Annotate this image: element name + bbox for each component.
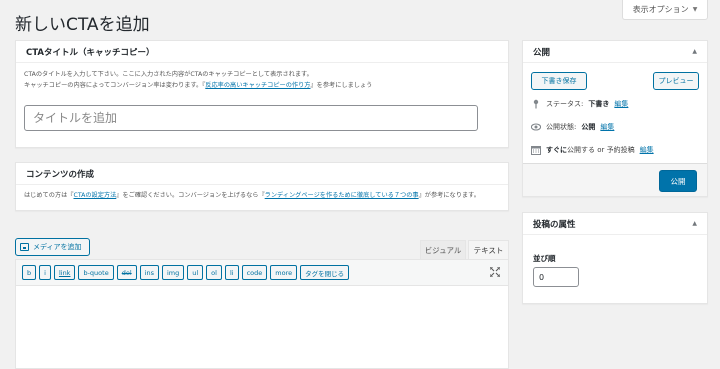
add-media-button[interactable]: メディアを追加 bbox=[15, 238, 90, 256]
calendar-icon bbox=[531, 146, 541, 155]
schedule-label-rest: 公開する or 予約投稿 bbox=[567, 146, 635, 154]
content-heading: コンテンツの作成 bbox=[26, 169, 95, 180]
cta-title-desc-line2: キャッチコピーの内容によってコンバージョン率は変わります。『反応率の高いキャッチ… bbox=[24, 80, 500, 91]
schedule-edit-link[interactable]: 編集 bbox=[640, 145, 654, 155]
status-value: 下書き bbox=[588, 100, 610, 108]
schedule-label: すぐに公開する or 予約投稿 bbox=[546, 145, 635, 155]
status-edit-link[interactable]: 編集 bbox=[614, 99, 628, 109]
schedule-row: すぐに公開する or 予約投稿 編集 bbox=[531, 145, 654, 155]
preview-button[interactable]: プレビュー bbox=[653, 72, 699, 90]
content-box-header: コンテンツの作成 bbox=[16, 163, 508, 185]
quicktag-del-button[interactable]: del bbox=[116, 265, 137, 280]
screen-options-label: 表示オプション bbox=[632, 5, 689, 14]
text-editor: b i link b-quote del ins img ul ol li co… bbox=[15, 259, 509, 369]
publish-actions: 下書き保存 プレビュー bbox=[523, 63, 707, 95]
visibility-edit-link[interactable]: 編集 bbox=[600, 122, 614, 132]
media-icon bbox=[20, 243, 29, 251]
post-attributes-heading: 投稿の属性 bbox=[533, 219, 576, 230]
page-title: 新しいCTAを追加 bbox=[15, 15, 150, 35]
quicktag-ul-button[interactable]: ul bbox=[187, 265, 204, 280]
quicktag-more-button[interactable]: more bbox=[270, 265, 298, 280]
catchcopy-guide-link[interactable]: 反応率の高いキャッチコピーの作り方 bbox=[205, 82, 310, 89]
pin-icon bbox=[533, 99, 539, 109]
status-row: ステータス: 下書き 編集 bbox=[531, 99, 628, 109]
quicktags-toolbar: b i link b-quote del ins img ul ol li co… bbox=[16, 260, 508, 286]
content-description: はじめての方は『CTAの設定方法』をご確認ください。コンバージョンを上げるなら『… bbox=[16, 185, 508, 201]
publish-heading: 公開 bbox=[533, 47, 551, 58]
collapse-icon[interactable]: ▲ bbox=[692, 48, 697, 55]
quicktag-code-button[interactable]: code bbox=[241, 265, 268, 280]
cta-setup-link[interactable]: CTAの設定方法 bbox=[74, 192, 117, 199]
visibility-value: 公開 bbox=[581, 123, 596, 131]
desc-text: 』をご確認ください。コンバージョンを上げるなら『 bbox=[116, 192, 265, 199]
cta-title-desc-line1: CTAのタイトルを入力して下さい。ここに入力された内容がCTAのキャッチコピーと… bbox=[24, 71, 313, 78]
post-attributes-box: 投稿の属性 ▲ 並び順 bbox=[522, 212, 708, 304]
schedule-label-bold: すぐに bbox=[546, 146, 567, 154]
order-input[interactable] bbox=[533, 267, 579, 287]
quicktag-bold-button[interactable]: b bbox=[22, 265, 37, 280]
desc-text: 』を参考にしましょう bbox=[310, 82, 373, 89]
tab-visual[interactable]: ビジュアル bbox=[420, 240, 466, 259]
cta-title-heading: CTAタイトル（キャッチコピー） bbox=[26, 47, 155, 58]
desc-text: はじめての方は『 bbox=[24, 192, 74, 199]
desc-text: キャッチコピーの内容によってコンバージョン率は変わります。『 bbox=[24, 82, 206, 89]
publish-button[interactable]: 公開 bbox=[659, 170, 697, 192]
chevron-down-icon: ▼ bbox=[692, 6, 698, 13]
publish-box-header[interactable]: 公開 ▲ bbox=[523, 41, 707, 63]
quicktag-blockquote-button[interactable]: b-quote bbox=[78, 265, 114, 280]
quicktag-li-button[interactable]: li bbox=[224, 265, 239, 280]
collapse-icon[interactable]: ▲ bbox=[692, 220, 697, 227]
cta-title-input[interactable] bbox=[24, 105, 478, 131]
visibility-label: 公開状態: bbox=[546, 123, 577, 131]
tab-text[interactable]: テキスト bbox=[468, 240, 509, 259]
save-draft-button[interactable]: 下書き保存 bbox=[531, 72, 587, 90]
quicktag-img-button[interactable]: img bbox=[161, 265, 185, 280]
desc-text: 』が参考になります。 bbox=[418, 192, 480, 199]
add-media-label: メディアを追加 bbox=[33, 243, 82, 251]
landing-page-guide-link[interactable]: ランディングページを作るために徹底している７つの事 bbox=[265, 192, 419, 199]
cta-title-description: CTAのタイトルを入力して下さい。ここに入力された内容がCTAのキャッチコピーと… bbox=[16, 63, 508, 91]
post-attributes-header[interactable]: 投稿の属性 ▲ bbox=[523, 213, 707, 235]
eye-icon bbox=[531, 123, 541, 131]
cta-title-box-header: CTAタイトル（キャッチコピー） bbox=[16, 41, 508, 63]
screen-options-button[interactable]: 表示オプション ▼ bbox=[622, 0, 708, 20]
quicktag-ins-button[interactable]: ins bbox=[139, 265, 159, 280]
quicktag-ol-button[interactable]: ol bbox=[206, 265, 222, 280]
content-box: コンテンツの作成 はじめての方は『CTAの設定方法』をご確認ください。コンバージ… bbox=[15, 162, 509, 211]
order-label: 並び順 bbox=[533, 254, 556, 263]
status-label: ステータス: bbox=[546, 100, 584, 108]
quicktag-close-tags-button[interactable]: タグを閉じる bbox=[300, 265, 350, 280]
publish-box: 公開 ▲ 下書き保存 プレビュー ステータス: 下書き 編集 公開状態: 公開 … bbox=[522, 40, 708, 197]
cta-title-box: CTAタイトル（キャッチコピー） CTAのタイトルを入力して下さい。ここに入力さ… bbox=[15, 40, 509, 148]
quicktag-italic-button[interactable]: i bbox=[39, 265, 51, 280]
fullscreen-icon[interactable] bbox=[490, 267, 500, 277]
visibility-row: 公開状態: 公開 編集 bbox=[531, 122, 614, 132]
quicktag-link-button[interactable]: link bbox=[53, 265, 76, 280]
